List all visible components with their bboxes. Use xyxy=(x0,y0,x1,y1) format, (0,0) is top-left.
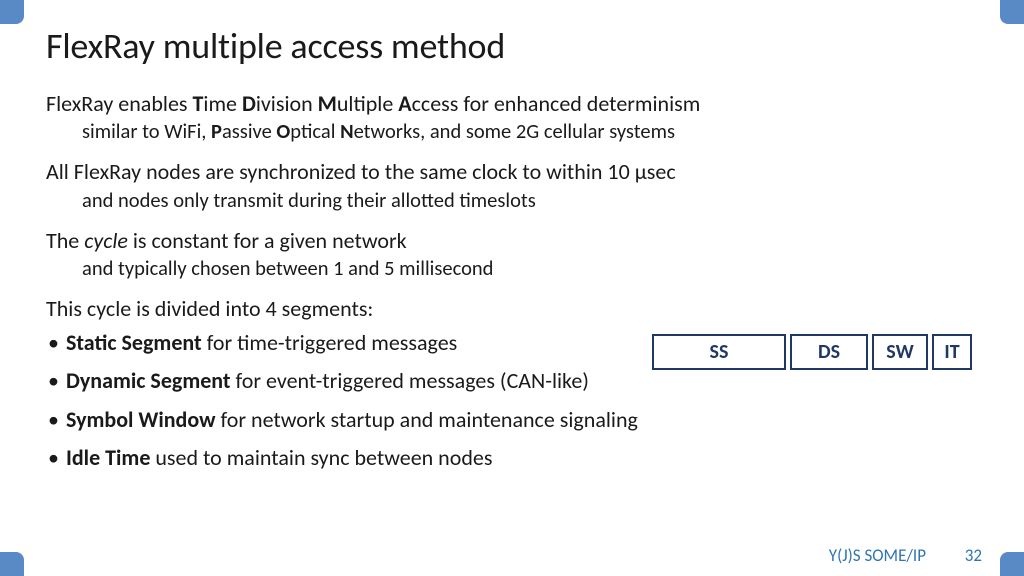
text: ivision xyxy=(256,90,318,117)
list-item: Symbol Window for network startup and ma… xyxy=(46,406,978,434)
bold-t: T xyxy=(192,90,203,117)
bullet-rest: for time-triggered messages xyxy=(202,329,458,356)
text: etworks, and some 2G cellular systems xyxy=(354,118,675,144)
text: FlexRay enables xyxy=(46,90,192,117)
list-item: Idle Time used to maintain sync between … xyxy=(46,444,978,472)
bullet-bold: Symbol Window xyxy=(66,406,216,433)
bold-n: N xyxy=(340,118,354,144)
bullet-bold: Idle Time xyxy=(66,444,150,471)
bold-d: D xyxy=(242,90,256,117)
bullet-rest: used to maintain sync between nodes xyxy=(150,444,492,471)
cycle-diagram: SS DS SW IT xyxy=(652,334,972,370)
text: ime xyxy=(203,90,242,117)
bullet-bold: Static Segment xyxy=(66,329,202,356)
corner-decoration-bl xyxy=(0,552,24,576)
para-cycle: The cycle is constant for a given networ… xyxy=(46,227,978,281)
text: assive xyxy=(222,118,276,144)
text: ccess for enhanced determinism xyxy=(412,90,701,117)
page-number: 32 xyxy=(958,545,982,566)
slide-title: FlexRay multiple access method xyxy=(46,24,978,68)
bullet-rest: for event-triggered messages (CAN-like) xyxy=(231,367,589,394)
slide-content: FlexRay multiple access method FlexRay e… xyxy=(0,0,1024,492)
para-sync: All FlexRay nodes are synchronized to th… xyxy=(46,158,978,212)
text: similar to WiFi, xyxy=(82,118,211,144)
text: All FlexRay nodes are synchronized to th… xyxy=(46,158,676,185)
bold-o: O xyxy=(276,118,290,144)
bullet-bold: Dynamic Segment xyxy=(66,367,231,394)
segment-box-sw: SW xyxy=(872,334,928,370)
para-sync-sub: and nodes only transmit during their all… xyxy=(46,187,978,213)
segment-box-ss: SS xyxy=(652,334,786,370)
bold-p: P xyxy=(211,118,222,144)
footer-tag: Y(J)S SOME/IP xyxy=(829,545,926,566)
para-tdma: FlexRay enables Time Division Multiple A… xyxy=(46,90,978,144)
list-item: Dynamic Segment for event-triggered mess… xyxy=(46,367,978,395)
slide-footer: Y(J)S SOME/IP 32 xyxy=(829,545,982,566)
slide-body: FlexRay enables Time Division Multiple A… xyxy=(46,90,978,472)
bold-a: A xyxy=(398,90,411,117)
bold-m: M xyxy=(318,90,337,117)
para-tdma-sub: similar to WiFi, Passive Optical Network… xyxy=(46,118,978,144)
italic-cycle: cycle xyxy=(84,227,128,254)
corner-decoration-br xyxy=(1000,552,1024,576)
text: ptical xyxy=(290,118,340,144)
corner-decoration-tr xyxy=(1000,0,1024,24)
segment-box-ds: DS xyxy=(790,334,868,370)
corner-decoration-tl xyxy=(0,0,24,24)
text: The xyxy=(46,227,84,254)
para-segments-intro: This cycle is divided into 4 segments: xyxy=(46,295,978,323)
bullet-rest: for network startup and maintenance sign… xyxy=(216,406,638,433)
para-cycle-sub: and typically chosen between 1 and 5 mil… xyxy=(46,255,978,281)
text: is constant for a given network xyxy=(128,227,407,254)
segment-box-it: IT xyxy=(932,334,972,370)
text: ultiple xyxy=(337,90,398,117)
